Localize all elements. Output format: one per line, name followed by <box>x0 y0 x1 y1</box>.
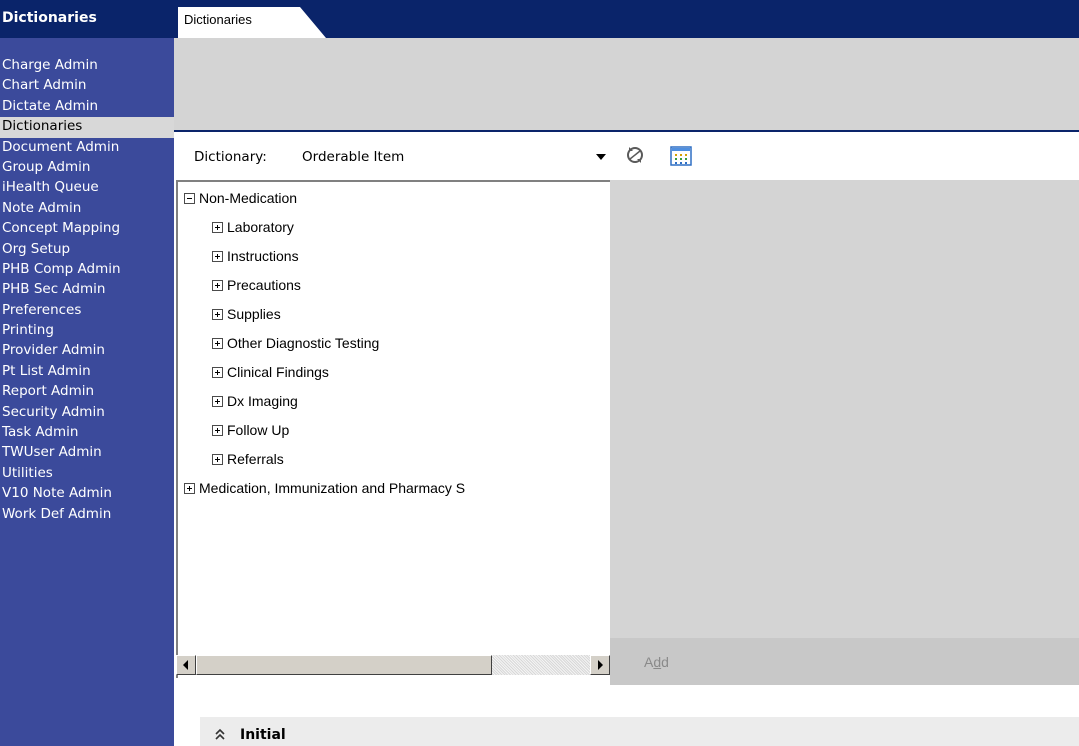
column-grid-icon[interactable] <box>670 146 692 166</box>
tree-node-label: Instructions <box>227 248 299 264</box>
tree-node-label: Laboratory <box>227 219 294 235</box>
tab-dictionaries[interactable]: Dictionaries <box>178 7 326 38</box>
sidebar-item-charge-admin[interactable]: Charge Admin <box>0 56 174 76</box>
sidebar: Dictionaries Charge Admin Chart Admin Dict… <box>0 0 174 746</box>
sidebar-item-printing[interactable]: Printing <box>0 321 174 341</box>
arrow-right-icon <box>598 660 603 670</box>
dictionary-select[interactable]: Orderable Item <box>302 149 404 165</box>
expand-icon[interactable] <box>212 425 223 436</box>
tab-bar: Dictionaries <box>174 0 1079 38</box>
tree-node-label: Referrals <box>227 451 284 467</box>
arrow-left-icon <box>183 660 188 670</box>
header-band <box>174 38 1079 130</box>
sidebar-item-twuser-admin[interactable]: TWUser Admin <box>0 443 174 463</box>
chevron-up-double-icon[interactable] <box>214 728 226 742</box>
expand-icon[interactable] <box>212 222 223 233</box>
sidebar-item-dictionaries[interactable]: Dictionaries <box>0 117 174 138</box>
sidebar-item-concept-mapping[interactable]: Concept Mapping <box>0 219 174 239</box>
expand-icon[interactable] <box>212 367 223 378</box>
expand-icon[interactable] <box>212 280 223 291</box>
sidebar-item-security-admin[interactable]: Security Admin <box>0 403 174 423</box>
sidebar-list: Charge Admin Chart Admin Dictate Admin Dict… <box>0 56 174 525</box>
collapse-icon[interactable] <box>184 193 195 204</box>
expand-icon[interactable] <box>184 483 195 494</box>
tab-label: Dictionaries <box>184 12 252 27</box>
sidebar-item-v10-note-admin[interactable]: V10 Note Admin <box>0 484 174 504</box>
sidebar-item-phb-comp-admin[interactable]: PHB Comp Admin <box>0 260 174 280</box>
sidebar-item-task-admin[interactable]: Task Admin <box>0 423 174 443</box>
sidebar-item-pt-list-admin[interactable]: Pt List Admin <box>0 362 174 382</box>
initial-section-title: Initial <box>240 727 286 743</box>
tree-node-label: Precautions <box>227 277 301 293</box>
sidebar-item-chart-admin[interactable]: Chart Admin <box>0 76 174 96</box>
tree-node-label: Other Diagnostic Testing <box>227 335 380 351</box>
tree-node-label: Medication, Immunization and Pharmacy S <box>199 480 466 496</box>
expand-icon[interactable] <box>212 309 223 320</box>
sidebar-item-utilities[interactable]: Utilities <box>0 464 174 484</box>
dictionary-label: Dictionary: <box>194 149 267 165</box>
dropdown-arrow-icon[interactable] <box>594 150 608 164</box>
dictionary-selector-row: Dictionary: Orderable Item <box>174 132 1079 178</box>
tree-node-label: Dx Imaging <box>227 393 298 409</box>
horizontal-scrollbar[interactable] <box>176 655 610 675</box>
sidebar-title: Dictionaries <box>0 0 174 38</box>
add-label-start: A <box>644 654 654 670</box>
dictionary-tree: Non-Medication Laboratory Instructions Prec… <box>176 180 610 678</box>
sidebar-item-ihealth-queue[interactable]: iHealth Queue <box>0 178 174 198</box>
expand-icon[interactable] <box>212 454 223 465</box>
sidebar-item-preferences[interactable]: Preferences <box>0 301 174 321</box>
scroll-right-button[interactable] <box>590 655 610 675</box>
add-label-end: d <box>661 654 669 670</box>
sidebar-item-group-admin[interactable]: Group Admin <box>0 158 174 178</box>
detail-footer: Add <box>610 638 1079 685</box>
sidebar-item-note-admin[interactable]: Note Admin <box>0 199 174 219</box>
add-button[interactable]: Add <box>644 654 669 670</box>
sidebar-item-document-admin[interactable]: Document Admin <box>0 138 174 158</box>
scrollbar-thumb[interactable] <box>196 655 492 675</box>
tree-node-label: Non-Medication <box>199 190 298 206</box>
initial-section-header[interactable]: Initial <box>200 717 1079 746</box>
tree-node-label: Supplies <box>227 306 281 322</box>
expand-icon[interactable] <box>212 396 223 407</box>
tree-node-label: Follow Up <box>227 422 290 438</box>
sidebar-item-provider-admin[interactable]: Provider Admin <box>0 341 174 361</box>
bottom-area: Initial <box>174 685 1079 746</box>
refresh-icon[interactable] <box>625 145 645 165</box>
tree-node-label: Clinical Findings <box>227 364 329 380</box>
detail-panel <box>610 180 1079 638</box>
sidebar-item-phb-sec-admin[interactable]: PHB Sec Admin <box>0 280 174 300</box>
expand-icon[interactable] <box>212 251 223 262</box>
sidebar-item-work-def-admin[interactable]: Work Def Admin <box>0 505 174 525</box>
add-label-mnemonic: d <box>653 654 662 670</box>
expand-icon[interactable] <box>212 338 223 349</box>
sidebar-item-dictate-admin[interactable]: Dictate Admin <box>0 97 174 117</box>
sidebar-item-report-admin[interactable]: Report Admin <box>0 382 174 402</box>
sidebar-item-org-setup[interactable]: Org Setup <box>0 240 174 260</box>
scroll-left-button[interactable] <box>176 655 196 675</box>
